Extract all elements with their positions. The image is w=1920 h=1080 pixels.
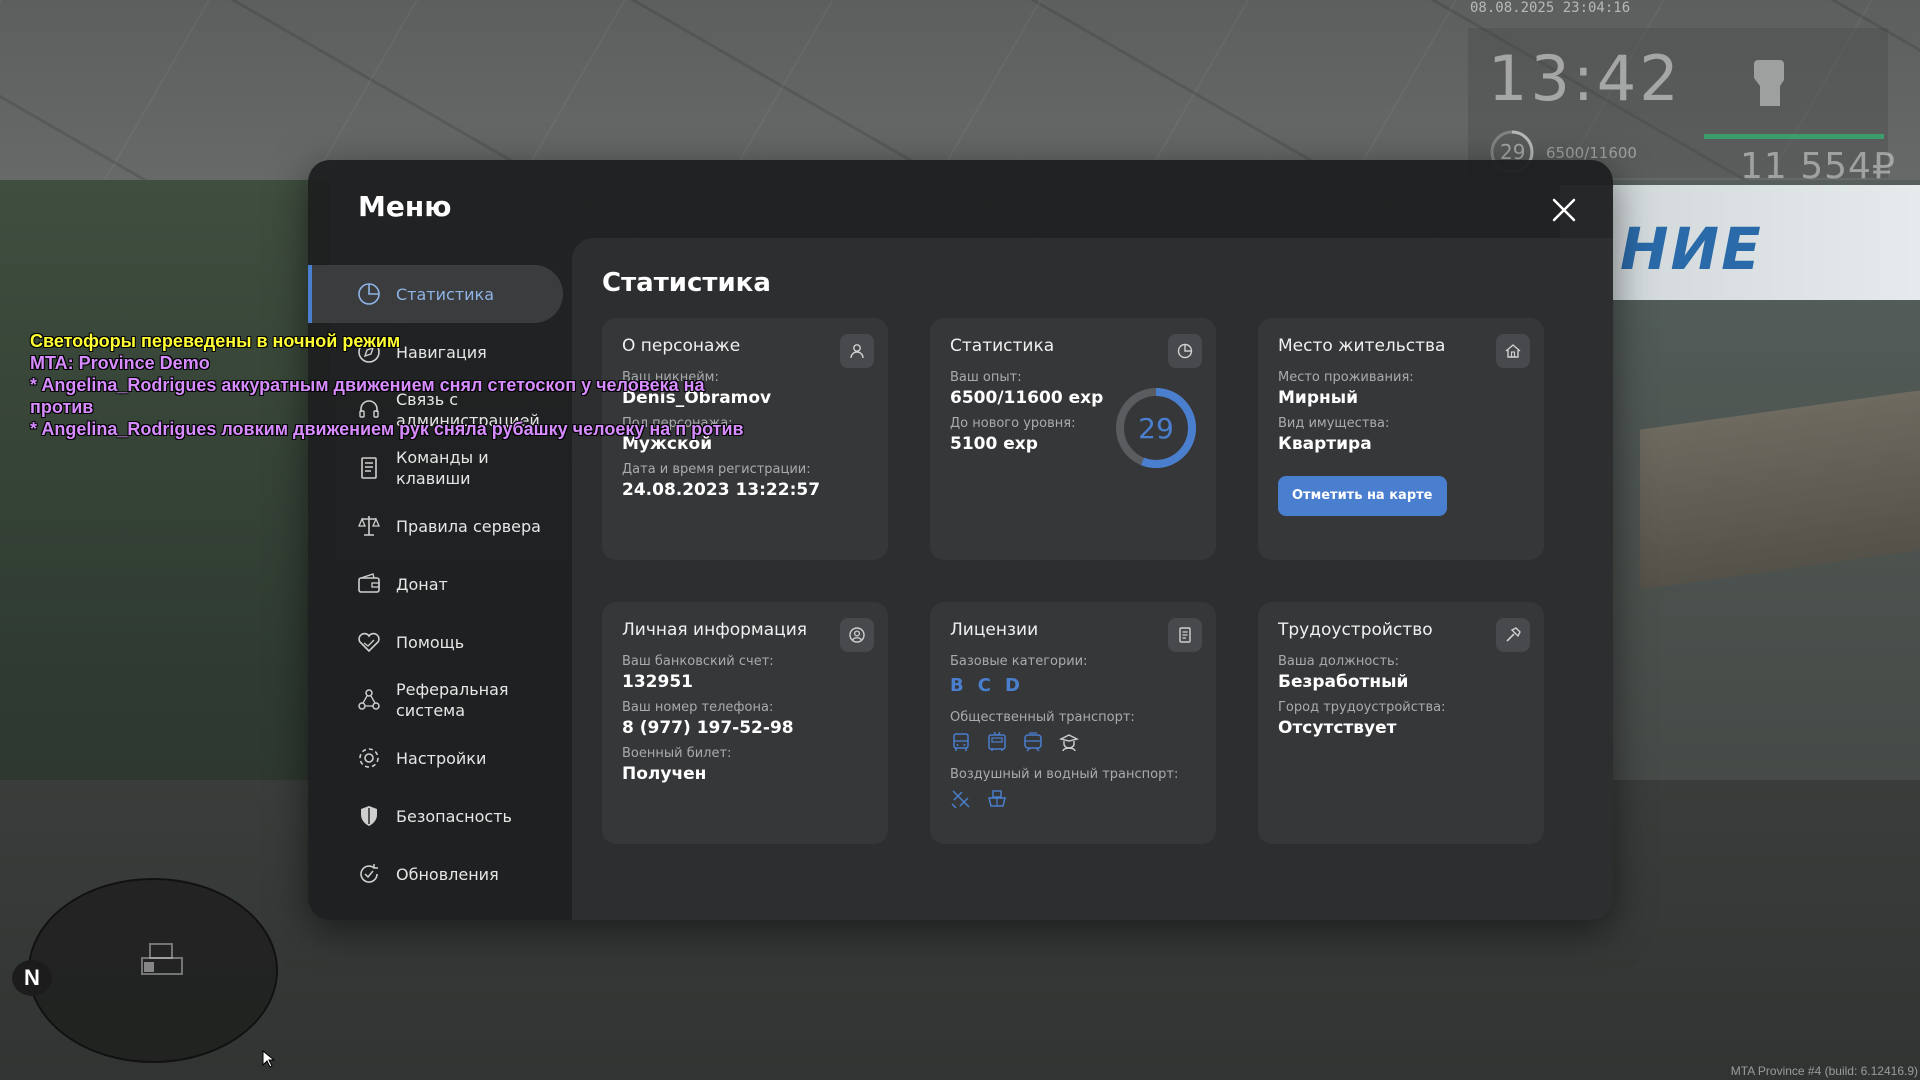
handshake-heart-icon — [356, 629, 382, 655]
user-circle-icon[interactable] — [840, 618, 874, 652]
build-info: MTA Province #4 (build: 6.12416.9) — [1730, 1064, 1918, 1078]
menu-title: Меню — [358, 190, 452, 223]
sidebar-item-label: Правила сервера — [396, 516, 541, 536]
id-card-icon[interactable] — [1168, 618, 1202, 652]
mouse-cursor-icon — [262, 1050, 276, 1068]
military-id-label: Военный билет: — [622, 746, 732, 761]
public-transport-licenses — [950, 731, 1196, 753]
job-position-label: Ваша должность: — [1278, 654, 1400, 669]
shield-icon — [356, 803, 382, 829]
job-city-value: Отсутствует — [1278, 718, 1397, 738]
job-city-label: Город трудоустройства: — [1278, 700, 1446, 715]
user-icon[interactable] — [840, 334, 874, 368]
job-position-value: Безработный — [1278, 672, 1409, 692]
content-title: Статистика — [602, 268, 771, 298]
sidebar-item-commands[interactable]: Команды и клавиши — [308, 439, 563, 497]
card-statistics: Статистика Ваш опыт: 6500/11600 exp До н… — [930, 318, 1216, 560]
people-network-icon — [356, 687, 382, 713]
wall-sign-text: НИЕ — [1620, 215, 1763, 283]
sidebar-item-statistics[interactable]: Статистика — [308, 265, 563, 323]
residence-place-value: Мирный — [1278, 388, 1359, 408]
minimap-north-marker: N — [12, 960, 52, 996]
player-blip-icon — [141, 943, 183, 975]
document-icon — [356, 455, 382, 481]
mark-on-map-button[interactable]: Отметить на карте — [1278, 476, 1447, 516]
sidebar-item-label: Статистика — [396, 284, 494, 304]
air-water-licenses — [950, 788, 1196, 810]
tram-icon — [1024, 732, 1042, 752]
chat-line: * Angelina_Rodrigues аккуратным движение… — [30, 375, 705, 417]
close-icon[interactable] — [1544, 190, 1584, 230]
menu-window: Меню Статистика Навигация Связь с админи… — [308, 160, 1613, 920]
hud-money: 11 554₽ — [1740, 146, 1896, 187]
registration-label: Дата и время регистрации: — [622, 462, 811, 477]
sidebar-item-help[interactable]: Помощь — [308, 613, 563, 671]
base-categories-label: Базовые категории: — [950, 654, 1088, 669]
hud-health-bar — [1704, 134, 1884, 139]
pie-chart-icon[interactable] — [1168, 334, 1202, 368]
sidebar-item-rules[interactable]: Правила сервера — [308, 497, 563, 555]
property-type-value: Квартира — [1278, 434, 1372, 454]
residence-place-label: Место проживания: — [1278, 370, 1414, 385]
bank-account-label: Ваш банковский счет: — [622, 654, 774, 669]
gear-icon — [356, 745, 382, 771]
chat-log: Светофоры переведены в ночной режим MTA:… — [30, 330, 750, 440]
phone-value: 8 (977) 197-52-98 — [622, 718, 794, 738]
card-title: Место жительства — [1278, 336, 1446, 356]
public-transport-label: Общественный транспорт: — [950, 710, 1135, 725]
wallet-icon — [356, 571, 382, 597]
refresh-check-icon — [356, 861, 382, 887]
plane-icon — [951, 790, 970, 809]
exp-label: Ваш опыт: — [950, 370, 1022, 385]
card-licenses: Лицензии Базовые категории: B C D Общест… — [930, 602, 1216, 844]
card-employment: Трудоустройство Ваша должность: Безработ… — [1258, 602, 1544, 844]
hud-datetime: 08.08.2025 23:04:16 — [1470, 0, 1631, 16]
card-personal-info: Личная информация Ваш банковский счет: 1… — [602, 602, 888, 844]
hammer-icon[interactable] — [1496, 618, 1530, 652]
boat-icon — [988, 790, 1006, 807]
level-number: 29 — [1138, 412, 1174, 445]
house-icon[interactable] — [1496, 334, 1530, 368]
air-water-transport-label: Воздушный и водный транспорт: — [950, 767, 1179, 782]
license-category: B — [950, 675, 964, 696]
sidebar-item-label: Обновления — [396, 864, 499, 884]
bus-icon — [953, 733, 969, 751]
base-categories: B C D — [950, 675, 1196, 696]
pie-chart-icon — [356, 281, 382, 307]
bank-account-value: 132951 — [622, 672, 693, 692]
registration-value: 24.08.2023 13:22:57 — [622, 480, 821, 500]
card-title: Лицензии — [950, 620, 1039, 640]
sidebar-item-security[interactable]: Безопасность — [308, 787, 563, 845]
sidebar-item-donate[interactable]: Донат — [308, 555, 563, 613]
sidebar-item-label: Донат — [396, 574, 448, 594]
sidebar-item-label: Помощь — [396, 632, 465, 652]
taxi-driver-icon — [1058, 734, 1080, 752]
sidebar-item-label: Безопасность — [396, 806, 512, 826]
card-residence: Место жительства Место проживания: Мирны… — [1258, 318, 1544, 560]
property-type-label: Вид имущества: — [1278, 416, 1390, 431]
card-title: Личная информация — [622, 620, 808, 640]
sidebar-item-label: Реферальная система — [396, 680, 509, 720]
sidebar-item-label: Настройки — [396, 748, 487, 768]
sidebar-item-referral[interactable]: Реферальная система — [308, 671, 563, 729]
fist-icon — [1754, 60, 1784, 106]
scales-icon — [356, 513, 382, 539]
sidebar-item-label: Команды и клавиши — [396, 448, 489, 488]
trolleybus-icon — [988, 731, 1006, 751]
wall-sign: НИЕ — [1560, 185, 1920, 300]
chat-line: Светофоры переведены в ночной режим — [30, 331, 401, 351]
sidebar-item-updates[interactable]: Обновления — [308, 845, 563, 903]
chat-line: MTA: Province Demo — [30, 353, 210, 373]
card-title: Статистика — [950, 336, 1055, 356]
sidebar-item-settings[interactable]: Настройки — [308, 729, 563, 787]
license-category: C — [977, 675, 991, 696]
card-title: Трудоустройство — [1278, 620, 1433, 640]
military-id-value: Получен — [622, 764, 707, 784]
phone-label: Ваш номер телефона: — [622, 700, 774, 715]
level-progress-ring: 29 — [1116, 388, 1196, 468]
hud-time: 13:42 — [1488, 42, 1682, 115]
license-category: D — [1004, 675, 1020, 696]
chat-line: * Angelina_Rodrigues ловким движением ру… — [30, 419, 744, 439]
